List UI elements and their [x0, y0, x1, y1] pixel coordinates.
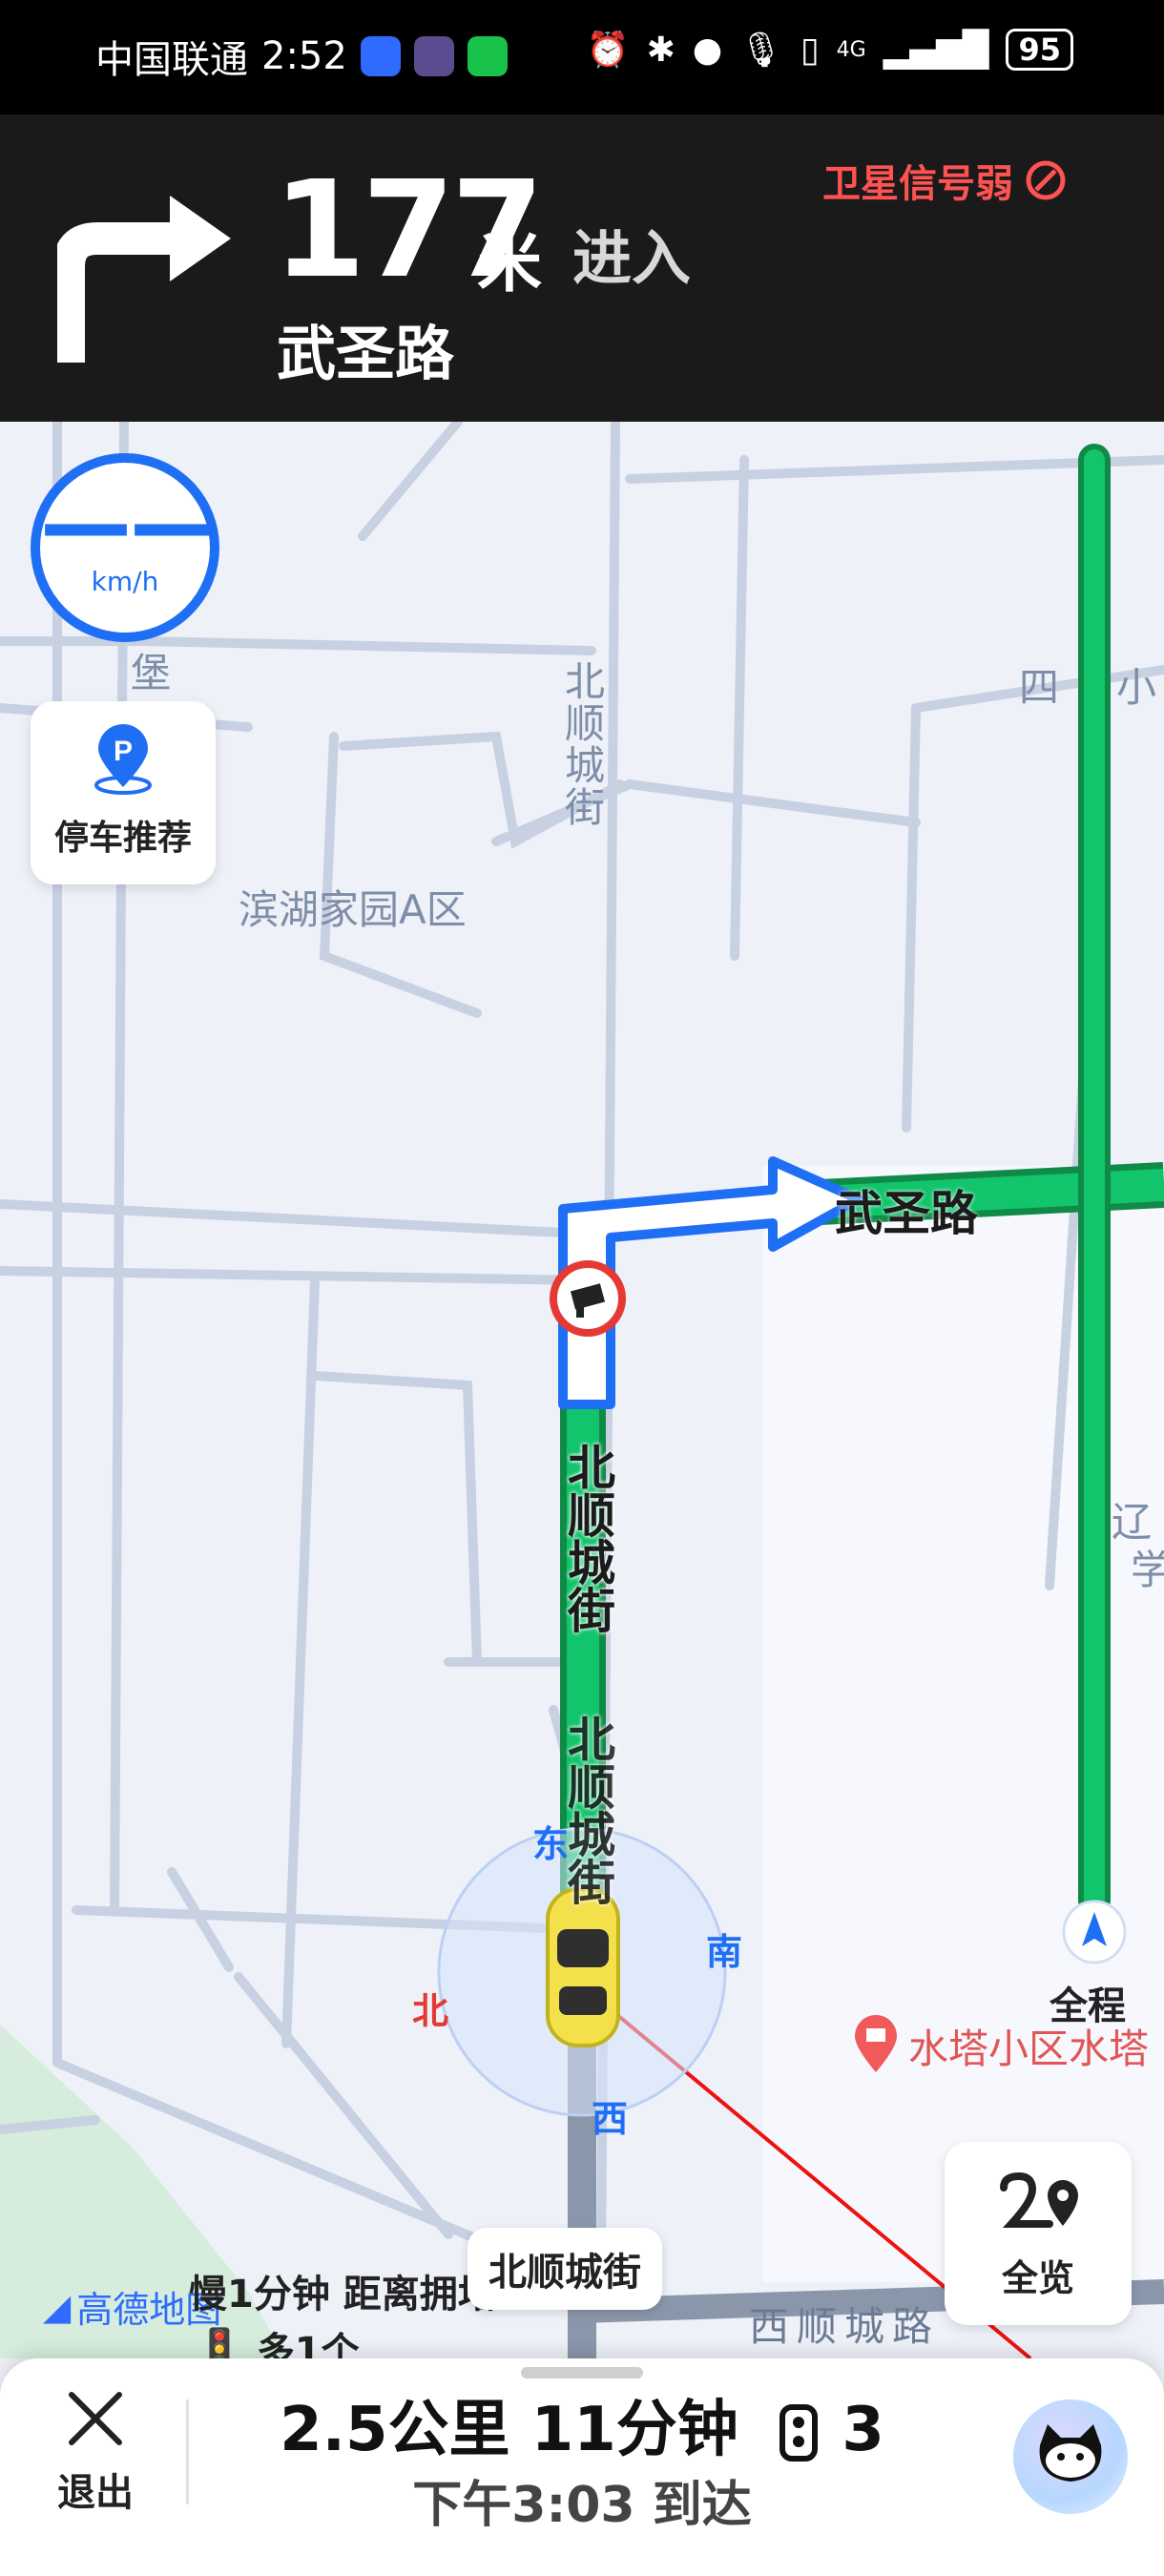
overview-label: 全览: [1001, 2257, 1074, 2299]
security-app-icon: [360, 36, 401, 76]
overview-button[interactable]: 全览: [945, 2142, 1132, 2325]
speed-value: ——: [40, 470, 221, 577]
speed-camera-icon[interactable]: [548, 1258, 628, 1339]
signal-icon: ▂▄▆█: [883, 30, 989, 70]
clock: 2:52: [261, 34, 347, 78]
poi-pin-icon[interactable]: [849, 2013, 903, 2074]
compass-east: 东: [532, 1823, 570, 1865]
satellite-icon: [1026, 160, 1066, 200]
parking-recommend-button[interactable]: P 停车推荐: [31, 701, 216, 884]
map-label-bao: 堡: [131, 650, 172, 696]
route-current-road-label-2: 北顺城街: [560, 1714, 615, 1905]
compass-west: 西: [592, 2098, 629, 2140]
wechat-icon: [467, 36, 508, 76]
traffic-light-info: 🚦 多1个: [196, 2320, 360, 2359]
k-app-icon: [413, 36, 454, 76]
status-bar: 中国联通 2:52 ⏰ ✱ ● 🎙 ▯ 4G ▂▄▆█ 95: [0, 0, 1164, 114]
gps-warning-text: 卫星信号弱: [822, 162, 1013, 206]
trip-distance-time: 2.5公里 11分钟: [280, 2395, 738, 2465]
map-label-xiao: 小: [1116, 664, 1157, 711]
assistant-avatar-icon: [1039, 2424, 1102, 2482]
alarm-icon: ⏰: [586, 31, 630, 70]
battery-indicator: 95: [1006, 29, 1073, 71]
location-icon: ●: [692, 30, 723, 70]
current-road-tag: 北顺城街: [468, 2228, 662, 2310]
map-label-xue: 学: [1131, 1547, 1164, 1593]
community-label: 滨湖家园A区: [239, 886, 467, 933]
carrier-label: 中国联通: [95, 38, 248, 82]
parking-icon: P: [94, 724, 152, 795]
arrival-time: 下午3:03 到达: [412, 2477, 752, 2534]
traffic-light-count: 多1个: [256, 2330, 360, 2358]
bluetooth-icon: ✱: [646, 30, 676, 70]
street-label-top: 北顺城街: [558, 660, 606, 828]
traffic-light-count: 3: [842, 2395, 884, 2465]
compass-south: 南: [706, 1931, 743, 1973]
turn-action: 进入: [572, 223, 692, 293]
distance-unit: 米: [477, 226, 543, 301]
status-left: 中国联通 2:52: [95, 29, 508, 84]
map-label-si: 四: [1019, 664, 1060, 711]
bottom-road-label: 西顺城路: [749, 2303, 941, 2350]
next-road-name: 武圣路: [277, 319, 455, 388]
amap-logo-icon: ◢: [43, 2285, 72, 2328]
trip-summary[interactable]: 2.5公里 11分钟 3: [0, 2380, 1164, 2468]
route-overview-icon: [1000, 2171, 1078, 2228]
network-label: 4G: [836, 37, 866, 62]
traffic-light-icon: [779, 2404, 819, 2462]
compass-north: 北: [412, 1990, 449, 2032]
gps-warning: 卫星信号弱: [822, 153, 1069, 208]
status-right: ⏰ ✱ ● 🎙 ▯ 4G ▂▄▆█ 95: [587, 29, 1073, 71]
turn-right-icon: [57, 196, 231, 363]
route-next-road-label: 武圣路: [835, 1186, 978, 1241]
drag-handle[interactable]: [521, 2367, 643, 2379]
traffic-light-icon: 🚦: [196, 2326, 243, 2359]
route-current-road-label: 北顺城街: [560, 1443, 615, 1633]
mic-icon: 🎙: [739, 31, 783, 70]
voice-assistant-button[interactable]: [1013, 2399, 1128, 2514]
speed-indicator: —— km/h: [31, 453, 221, 642]
vibrate-icon: ▯: [800, 30, 820, 70]
poi-water-tower-label[interactable]: 水塔小区水塔: [908, 2017, 1149, 2075]
svg-text:P: P: [114, 736, 133, 767]
full-route-start-icon: [1062, 1900, 1127, 1964]
navigation-banner: 177 米 进入 武圣路 卫星信号弱: [0, 114, 1164, 422]
congestion-info: 慢1分钟 距离拥堵: [189, 2273, 496, 2316]
vehicle-marker-icon: [546, 1887, 620, 2047]
parking-recommend-label: 停车推荐: [53, 819, 192, 858]
